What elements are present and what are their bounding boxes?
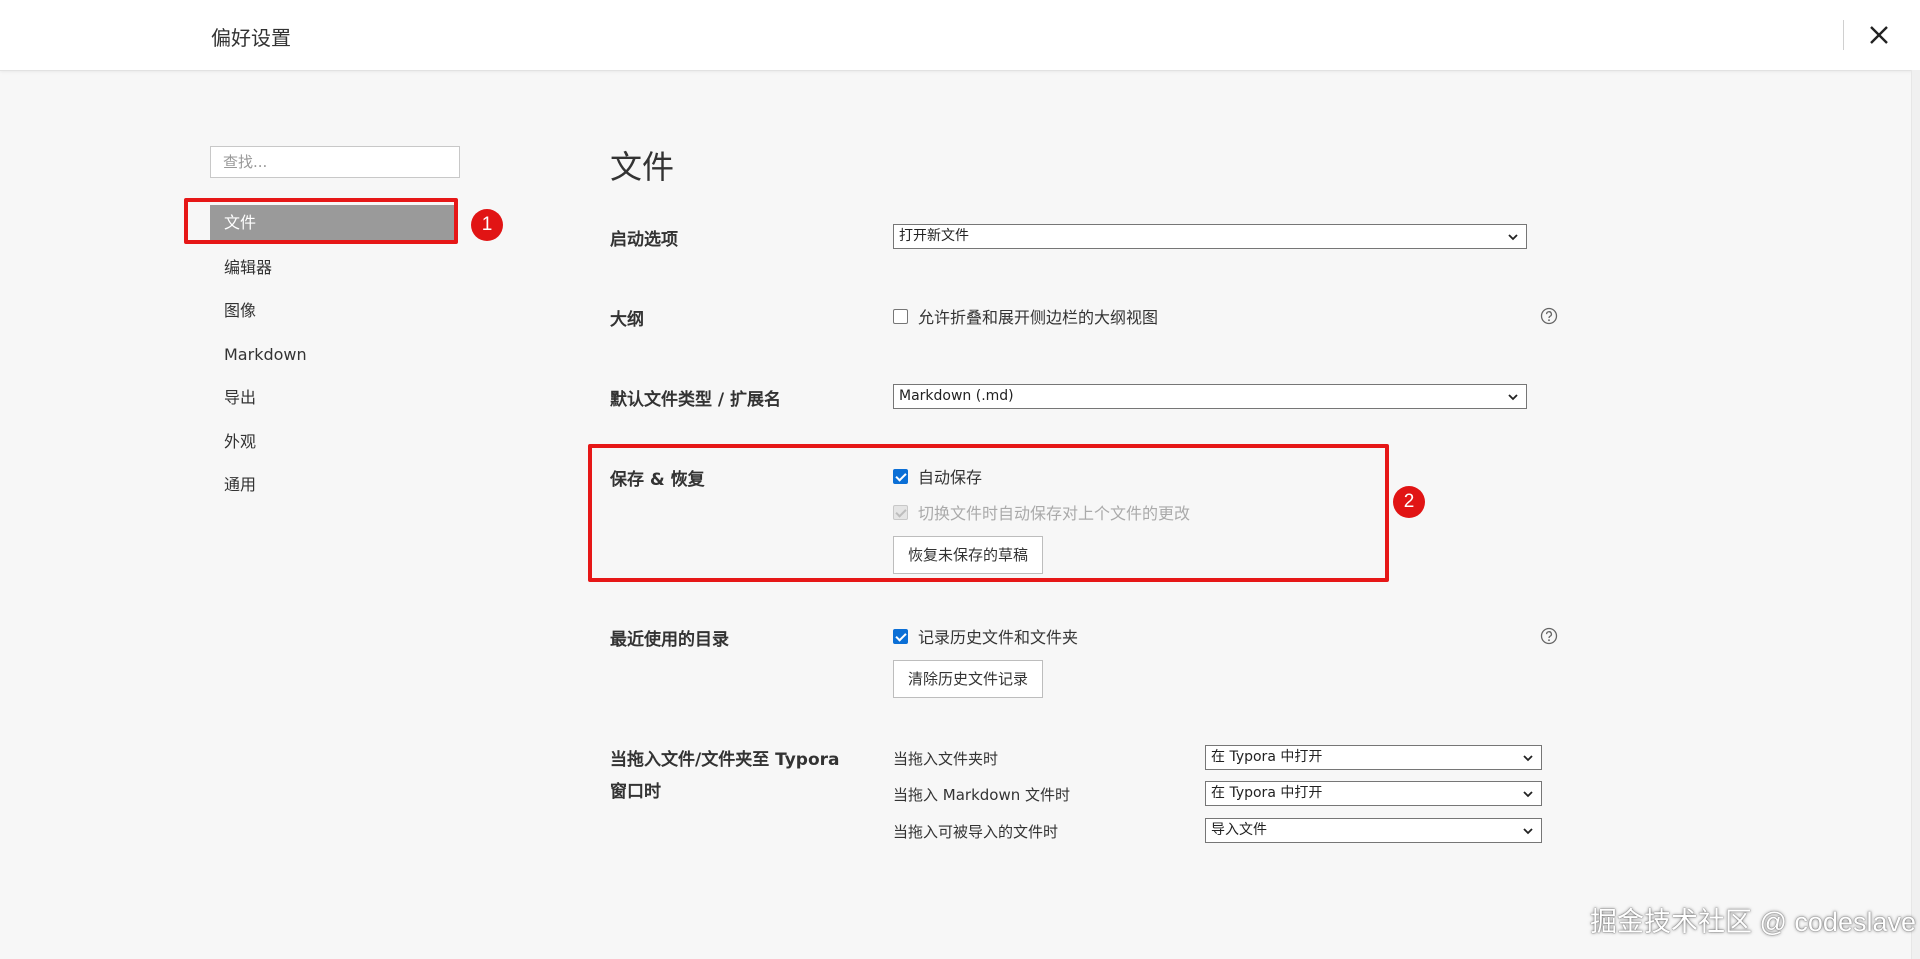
drag-folder-label: 当拖入文件夹时: [893, 750, 999, 768]
recent-checkbox-label: 记录历史文件和文件夹: [918, 628, 1079, 647]
startup-select-value: 打开新文件: [899, 228, 969, 244]
drag-importable-select-value: 导入文件: [1211, 822, 1267, 838]
close-icon[interactable]: [1862, 18, 1896, 52]
clear-history-button[interactable]: 清除历史文件记录: [893, 660, 1044, 698]
drag-folder-select[interactable]: 在 Typora 中打开: [1205, 745, 1542, 770]
title-divider: [1843, 20, 1844, 50]
chevron-down-icon: [1523, 828, 1533, 835]
drag-markdown-label: 当拖入 Markdown 文件时: [893, 786, 1070, 804]
drag-importable-select[interactable]: 导入文件: [1205, 818, 1542, 843]
default-type-select[interactable]: Markdown (.md): [893, 384, 1527, 409]
search-input[interactable]: [210, 146, 460, 178]
drag-markdown-select[interactable]: 在 Typora 中打开: [1205, 781, 1542, 806]
default-type-label: 默认文件类型 / 扩展名: [610, 390, 782, 410]
help-icon[interactable]: [1540, 627, 1558, 645]
annotation-box-1: [184, 198, 458, 244]
outline-checkbox[interactable]: [893, 308, 908, 324]
annotation-badge-1: 1: [471, 209, 503, 241]
outline-label: 大纲: [610, 310, 644, 330]
startup-select[interactable]: 打开新文件: [893, 224, 1527, 249]
startup-label: 启动选项: [610, 230, 678, 250]
title-bar: 偏好设置: [0, 0, 1920, 71]
sidebar-item-markdown[interactable]: Markdown: [210, 337, 456, 373]
sidebar-item-general[interactable]: 通用: [210, 467, 456, 503]
default-type-select-value: Markdown (.md): [899, 388, 1014, 404]
scrollbar[interactable]: [1911, 70, 1920, 959]
sidebar-item-export[interactable]: 导出: [210, 380, 456, 416]
sidebar-item-appearance[interactable]: 外观: [210, 424, 456, 460]
chevron-down-icon: [1508, 234, 1518, 241]
recent-label: 最近使用的目录: [610, 630, 729, 650]
annotation-box-2: [588, 444, 1389, 582]
sidebar-item-image[interactable]: 图像: [210, 293, 456, 329]
chevron-down-icon: [1523, 755, 1533, 762]
drag-label: 当拖入文件/文件夹至 Typora 窗口时: [610, 750, 840, 802]
chevron-down-icon: [1523, 791, 1533, 798]
recent-checkbox[interactable]: [893, 628, 908, 644]
outline-checkbox-label: 允许折叠和展开侧边栏的大纲视图: [918, 308, 1159, 327]
annotation-badge-2: 2: [1393, 486, 1425, 518]
drag-markdown-select-value: 在 Typora 中打开: [1211, 785, 1323, 801]
drag-importable-label: 当拖入可被导入的文件时: [893, 823, 1059, 841]
sidebar-item-editor[interactable]: 编辑器: [210, 250, 456, 286]
chevron-down-icon: [1508, 394, 1518, 401]
drag-folder-select-value: 在 Typora 中打开: [1211, 749, 1323, 765]
window-title: 偏好设置: [211, 26, 291, 50]
help-icon[interactable]: [1540, 307, 1558, 325]
outline-option[interactable]: 允许折叠和展开侧边栏的大纲视图: [893, 305, 1158, 327]
recent-option[interactable]: 记录历史文件和文件夹: [893, 625, 1078, 647]
watermark: 掘金技术社区 @ codeslave: [1590, 907, 1916, 937]
page-title: 文件: [610, 148, 675, 186]
